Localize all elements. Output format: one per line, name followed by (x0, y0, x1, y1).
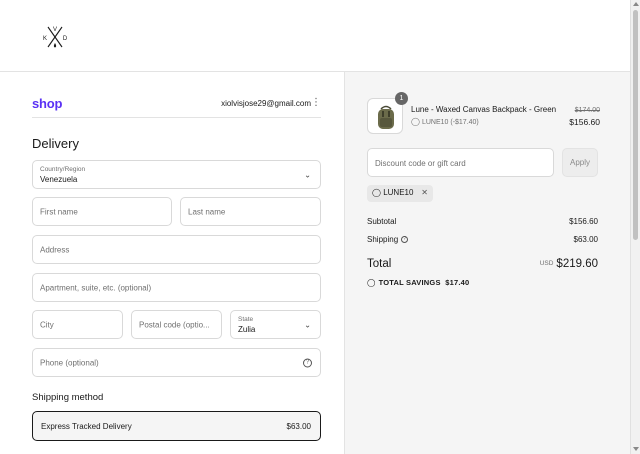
total-currency: USD (539, 260, 554, 268)
chevron-down-icon: ⌄ (304, 320, 311, 329)
last-name-placeholder: Last name (188, 207, 226, 216)
applied-code: ◯ LUNE10 (372, 188, 413, 197)
shipping-label: Shipping (367, 235, 399, 244)
checkout-form: shop xiolvisjose29@gmail.com ⋮ Delivery … (0, 72, 344, 454)
country-label: Country/Region (40, 166, 86, 173)
state-select[interactable]: State Zulia ⌄ (230, 310, 321, 339)
product-original-price: $174.00 (574, 107, 600, 114)
phone-placeholder: Phone (optional) (40, 358, 99, 367)
subtotal-label: Subtotal (367, 217, 397, 226)
header: V K D (0, 0, 630, 72)
city-field[interactable]: City (32, 310, 123, 339)
scroll-down-icon[interactable] (633, 447, 639, 451)
account-email: xiolvisjose29@gmail.com (221, 99, 311, 108)
last-name-field[interactable]: Last name (180, 197, 321, 226)
discount-code-placeholder: Discount code or gift card (375, 159, 466, 168)
tag-icon: ◯ (367, 278, 376, 287)
delivery-heading: Delivery (32, 136, 79, 151)
shipping-method-heading: Shipping method (32, 392, 104, 403)
shipping-option-price: $63.00 (286, 422, 311, 431)
tag-icon: ◯ (372, 188, 381, 197)
chevron-down-icon: ⌄ (304, 170, 311, 179)
state-label: State (238, 316, 254, 323)
total-value: USD $219.60 (540, 258, 598, 270)
logo-letter-d: D (63, 36, 68, 42)
shipping-option-name: Express Tracked Delivery (41, 422, 132, 431)
product-price: $156.60 (569, 117, 600, 127)
close-icon[interactable]: ✕ (421, 188, 428, 197)
postal-code-field[interactable]: Postal code (optio... (131, 310, 222, 339)
quantity-badge: 1 (395, 92, 408, 105)
product-name: Lune - Waxed Canvas Backpack - Green (411, 105, 557, 114)
page-scrollbar[interactable] (630, 0, 640, 454)
product-discount: ◯ LUNE10 (-$17.40) (411, 117, 479, 126)
total-savings-label: TOTAL SAVINGS (378, 278, 441, 287)
applied-discount-chip: ◯ LUNE10 ✕ (367, 185, 433, 202)
scroll-up-icon[interactable] (633, 2, 639, 6)
city-placeholder: City (40, 320, 54, 329)
total-label: Total (367, 258, 392, 270)
brand-logo[interactable]: V K D (40, 22, 70, 52)
discount-code-input[interactable]: Discount code or gift card (367, 148, 554, 177)
apply-button[interactable]: Apply (562, 148, 598, 177)
logo-letter-k: K (43, 36, 47, 42)
total-amount: $219.60 (556, 258, 598, 270)
address-field[interactable]: Address (32, 235, 321, 264)
scrollbar-thumb[interactable] (633, 10, 638, 240)
address-placeholder: Address (40, 245, 70, 254)
apartment-field[interactable]: Apartment, suite, etc. (optional) (32, 273, 321, 302)
postal-code-placeholder: Postal code (optio... (139, 320, 210, 329)
logo-letter-v: V (53, 27, 57, 33)
state-value: Zulia (238, 325, 256, 334)
subtotal-value: $156.60 (569, 217, 598, 226)
shipping-value: $63.00 (573, 235, 598, 244)
shop-pay-account-row: shop xiolvisjose29@gmail.com ⋮ (32, 96, 321, 118)
shipping-option-selected[interactable]: Express Tracked Delivery $63.00 (32, 411, 321, 441)
first-name-placeholder: First name (40, 207, 78, 216)
order-summary: 1 Lune - Waxed Canvas Backpack - Green ◯… (344, 72, 630, 454)
help-icon[interactable]: ? (303, 358, 312, 367)
total-savings: ◯ TOTAL SAVINGS $17.40 (367, 278, 469, 287)
first-name-field[interactable]: First name (32, 197, 172, 226)
product-discount-text: LUNE10 (-$17.40) (421, 119, 479, 126)
info-icon[interactable]: ? (401, 236, 409, 244)
applied-code-text: LUNE10 (383, 188, 414, 197)
tag-icon: ◯ (411, 117, 420, 126)
phone-field[interactable]: Phone (optional) ? (32, 348, 321, 377)
more-options-icon[interactable]: ⋮ (311, 98, 321, 108)
apartment-placeholder: Apartment, suite, etc. (optional) (40, 283, 152, 292)
shop-pay-logo[interactable]: shop (32, 96, 62, 111)
total-savings-value: $17.40 (445, 278, 470, 287)
shipping-row: Shipping? (367, 235, 409, 244)
country-value: Venezuela (40, 175, 78, 184)
country-select[interactable]: Country/Region Venezuela ⌄ (32, 160, 321, 189)
